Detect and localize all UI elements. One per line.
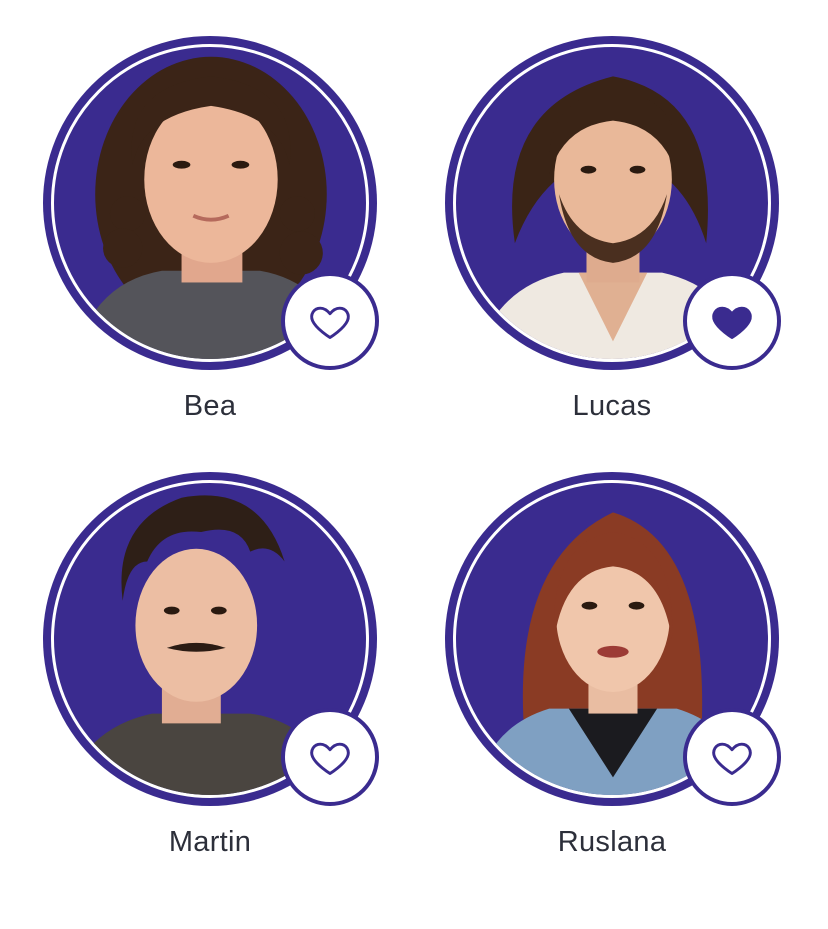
contestant-name: Ruslana — [557, 826, 667, 858]
heart-outline-icon — [310, 306, 350, 339]
contestant-card-lucas[interactable]: Lucas — [445, 36, 785, 456]
contestant-card-ruslana[interactable]: Ruslana — [445, 472, 785, 892]
contestant-card-martin[interactable]: Martin — [43, 472, 383, 892]
favorite-button[interactable] — [683, 708, 781, 806]
favorite-button[interactable] — [683, 272, 781, 370]
contestant-name: Lucas — [572, 390, 652, 422]
contestant-name: Bea — [183, 390, 237, 422]
contestant-card-bea[interactable]: Bea — [43, 36, 383, 456]
contestant-grid: Bea Lucas Martin Ruslana — [0, 0, 828, 929]
heart-filled-icon — [712, 306, 752, 339]
heart-outline-icon — [310, 742, 350, 775]
favorite-button[interactable] — [281, 272, 379, 370]
heart-outline-icon — [712, 742, 752, 775]
favorite-button[interactable] — [281, 708, 379, 806]
contestant-name: Martin — [168, 826, 252, 858]
